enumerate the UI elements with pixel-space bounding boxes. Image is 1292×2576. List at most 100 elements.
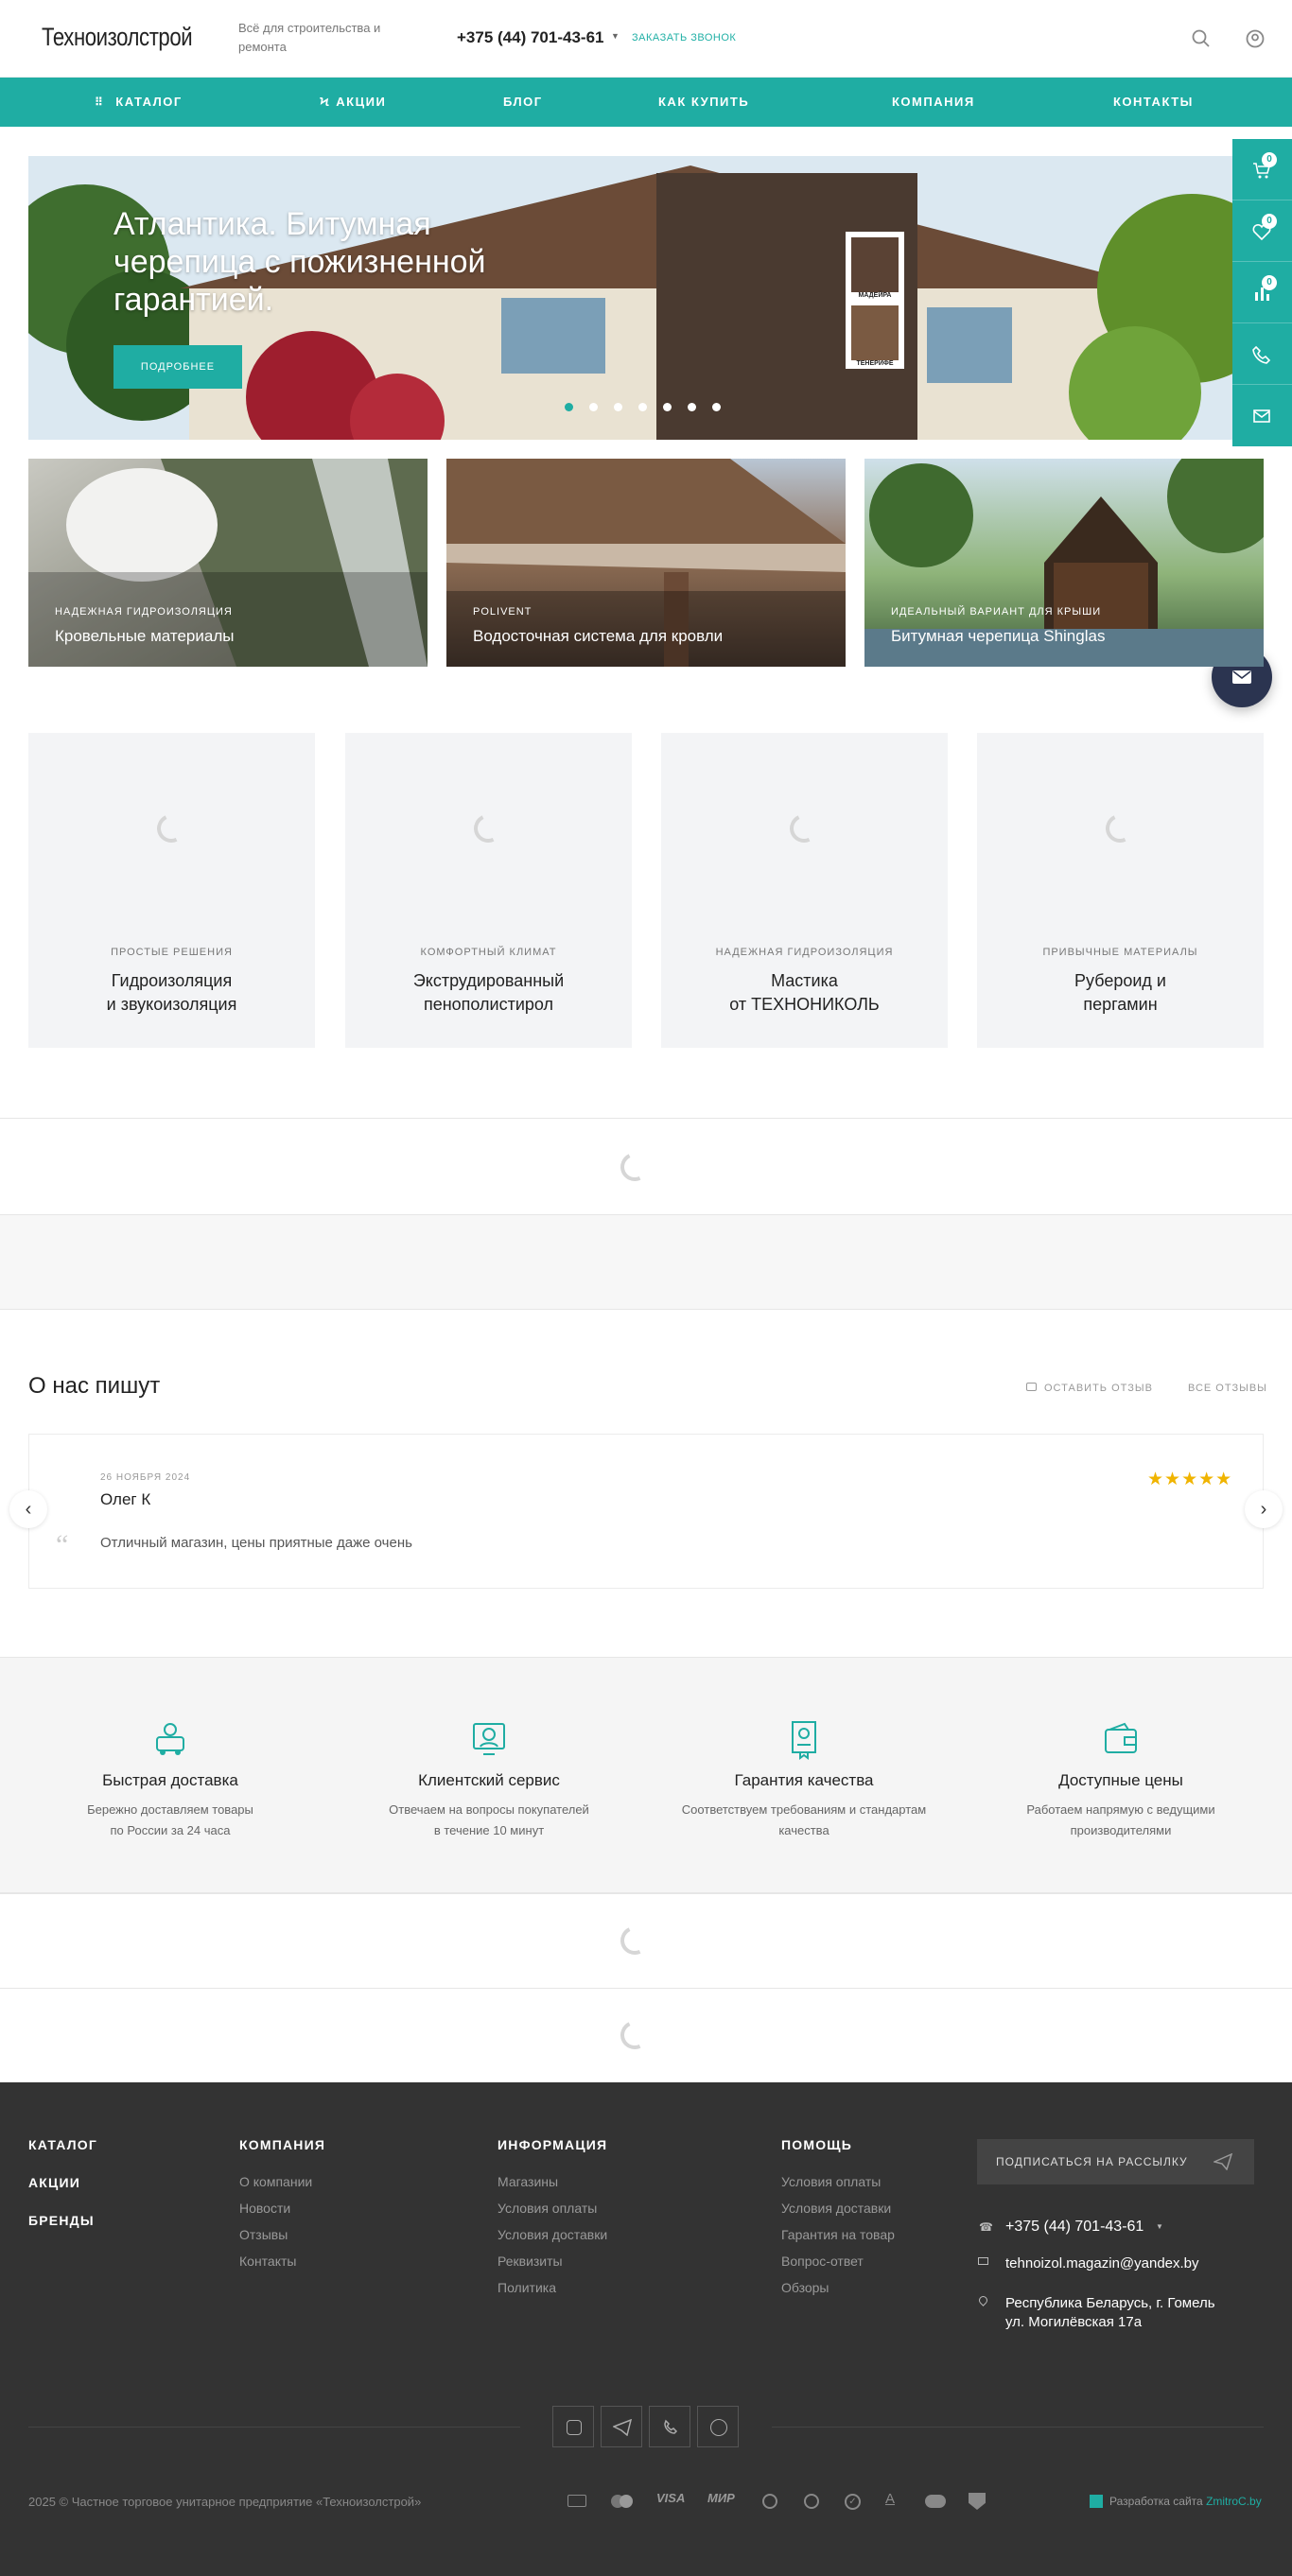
developer-credit[interactable]: Разработка сайта ZmitroC.by	[1109, 2495, 1262, 2508]
banner-more-button[interactable]: ПОДРОБНЕЕ	[113, 345, 242, 389]
feature-text-line: Соответствуем требованиям и стандартам	[681, 1802, 927, 1817]
footer-heading-company[interactable]: КОМПАНИЯ	[239, 2137, 325, 2152]
phone-icon	[1252, 345, 1271, 364]
instagram-button[interactable]	[552, 2406, 594, 2447]
slider-dot[interactable]	[688, 403, 696, 411]
slider-dot[interactable]	[589, 403, 598, 411]
header-phone[interactable]: +375 (44) 701-43-61	[457, 28, 603, 47]
sample-label: ТЕНЕРИФЕ	[856, 360, 894, 367]
footer-address: Республика Беларусь, г. Гомель ул. Могил…	[1005, 2294, 1215, 2332]
nav-item-blog[interactable]: БЛОГ	[503, 78, 543, 127]
footer-email[interactable]: tehnoizol.magazin@yandex.by	[1005, 2255, 1199, 2271]
nav-item-promo[interactable]: ϟ АКЦИИ	[320, 78, 386, 127]
loading-spinner-icon	[152, 809, 190, 847]
feature-text-line: качества	[778, 1823, 829, 1837]
loading-section	[0, 1893, 1292, 1988]
tile-title-line: пенополистирол	[423, 995, 554, 1014]
chevron-down-icon[interactable]: ▼	[1156, 2222, 1163, 2231]
viber-icon	[664, 2419, 678, 2434]
developer-name[interactable]: ZmitroC.by	[1206, 2495, 1262, 2508]
footer-link[interactable]: Условия доставки	[781, 2201, 891, 2216]
loading-spinner-icon	[1101, 809, 1139, 847]
viber-button[interactable]	[649, 2406, 690, 2447]
cart-count-badge: 0	[1262, 152, 1277, 167]
slider-dot[interactable]	[663, 403, 672, 411]
feature-item: Клиентский сервис Отвечаем на вопросы по…	[338, 1658, 640, 1894]
footer-link[interactable]: Политика	[498, 2280, 556, 2295]
cart-button[interactable]: 0	[1232, 139, 1292, 200]
footer-link[interactable]: Новости	[239, 2201, 290, 2216]
callback-link[interactable]: ЗАКАЗАТЬ ЗВОНОК	[632, 32, 736, 44]
hero-banner[interactable]: МАДЕЙРА ТЕНЕРИФЕ Атлантика. Битумная чер…	[28, 156, 1264, 440]
subscribe-button[interactable]: ПОДПИСАТЬСЯ НА РАССЫЛКУ	[977, 2139, 1254, 2184]
footer-heading-help[interactable]: ПОМОЩЬ	[781, 2137, 852, 2152]
footer-link[interactable]: Условия доставки	[498, 2227, 607, 2242]
product-tile[interactable]: ПРОСТЫЕ РЕШЕНИЯ Гидроизоляция и звукоизол…	[28, 733, 315, 1048]
user-icon[interactable]	[1245, 28, 1266, 49]
nav-item-contacts[interactable]: КОНТАКТЫ	[1113, 78, 1194, 127]
bolt-icon: ϟ	[320, 95, 331, 109]
footer-link[interactable]: Реквизиты	[498, 2254, 563, 2269]
category-card-shingles[interactable]: ИДЕАЛЬНЫЙ ВАРИАНТ ДЛЯ КРЫШИ Битумная чер…	[864, 459, 1264, 667]
leave-review-link[interactable]: ОСТАВИТЬ ОТЗЫВ	[1026, 1383, 1153, 1394]
category-subtitle: НАДЕЖНАЯ ГИДРОИЗОЛЯЦИЯ	[55, 606, 233, 618]
reviews-prev-button[interactable]: ‹	[9, 1490, 47, 1528]
footer-link[interactable]: Контакты	[239, 2254, 296, 2269]
instagram-icon	[567, 2420, 582, 2435]
wishlist-button[interactable]: 0	[1232, 200, 1292, 262]
slider-dot-active[interactable]	[565, 403, 573, 411]
category-card-drainage[interactable]: POLIVENT Водосточная система для кровли	[446, 459, 846, 667]
footer-link[interactable]: Отзывы	[239, 2227, 288, 2242]
chevron-down-icon[interactable]: ▼	[611, 31, 620, 41]
nav-item-catalog[interactable]: ⠿ КАТАЛОГ	[95, 78, 183, 127]
whatsapp-button[interactable]	[697, 2406, 739, 2447]
footer-link[interactable]: О компании	[239, 2174, 312, 2189]
leave-review-label: ОСТАВИТЬ ОТЗЫВ	[1044, 1383, 1153, 1394]
nav-item-how-to-buy[interactable]: КАК КУПИТЬ	[658, 78, 749, 127]
tile-title-line: пергамин	[1083, 995, 1158, 1014]
slider-dot[interactable]	[614, 403, 622, 411]
category-title: Кровельные материалы	[55, 627, 235, 645]
site-logo[interactable]: Техноизолстрой	[42, 23, 193, 52]
search-icon[interactable]	[1191, 28, 1212, 49]
slider-dot[interactable]	[638, 403, 647, 411]
reviews-next-button[interactable]: ›	[1245, 1490, 1283, 1528]
product-tile[interactable]: ПРИВЫЧНЫЕ МАТЕРИАЛЫ Рубероид и пергамин	[977, 733, 1264, 1048]
footer-link-brands[interactable]: БРЕНДЫ	[28, 2213, 95, 2228]
footer-link-promo[interactable]: АКЦИИ	[28, 2175, 80, 2190]
loading-spinner-icon	[785, 809, 823, 847]
feedback-side-button[interactable]	[1232, 385, 1292, 446]
compare-button[interactable]: 0	[1232, 262, 1292, 323]
telegram-button[interactable]	[601, 2406, 642, 2447]
footer-link[interactable]: Условия оплаты	[498, 2201, 597, 2216]
footer-link[interactable]: Магазины	[498, 2174, 558, 2189]
tile-title-line: Рубероид и	[1074, 971, 1166, 990]
feature-text-line: Работаем напрямую с ведущими	[1026, 1802, 1215, 1817]
banner-title: Атлантика. Битумная черепица с пожизненн…	[113, 206, 486, 318]
product-tile[interactable]: НАДЕЖНАЯ ГИДРОИЗОЛЯЦИЯ Мастика от ТЕХНОНИ…	[661, 733, 948, 1048]
mastercard-icon	[611, 2495, 634, 2508]
loading-spinner-icon	[616, 2016, 654, 2054]
developer-logo-icon	[1090, 2495, 1103, 2508]
all-reviews-link[interactable]: ВСЕ ОТЗЫВЫ	[1188, 1383, 1267, 1394]
telegram-icon	[613, 2419, 632, 2436]
feature-text: Бережно доставляем товары по России за 24…	[47, 1800, 293, 1841]
product-tile[interactable]: КОМФОРТНЫЙ КЛИМАТ Экструдированный пенопо…	[345, 733, 632, 1048]
floating-side-panel: 0 0 0	[1232, 139, 1292, 446]
tile-subtitle: КОМФОРТНЫЙ КЛИМАТ	[420, 947, 557, 958]
footer-link-catalog[interactable]: КАТАЛОГ	[28, 2137, 97, 2152]
footer-link[interactable]: Условия оплаты	[781, 2174, 881, 2189]
comment-icon	[1026, 1383, 1037, 1391]
review-card: 26 НОЯБРЯ 2024 Олег К ★★★★★ “ Отличный м…	[28, 1434, 1264, 1589]
footer-link[interactable]: Вопрос-ответ	[781, 2254, 864, 2269]
slider-dot[interactable]	[712, 403, 721, 411]
sample-label: МАДЕЙРА	[858, 292, 892, 299]
address-line: ул. Могилёвская 17а	[1005, 2314, 1143, 2330]
footer-link[interactable]: Гарантия на товар	[781, 2227, 895, 2242]
footer-heading-info[interactable]: ИНФОРМАЦИЯ	[498, 2137, 607, 2152]
nav-item-company[interactable]: КОМПАНИЯ	[892, 78, 975, 127]
category-card-roofing[interactable]: НАДЕЖНАЯ ГИДРОИЗОЛЯЦИЯ Кровельные матери…	[28, 459, 428, 667]
callback-side-button[interactable]	[1232, 323, 1292, 385]
footer-phone[interactable]: +375 (44) 701-43-61	[1005, 2219, 1144, 2236]
footer-link[interactable]: Обзоры	[781, 2280, 829, 2295]
